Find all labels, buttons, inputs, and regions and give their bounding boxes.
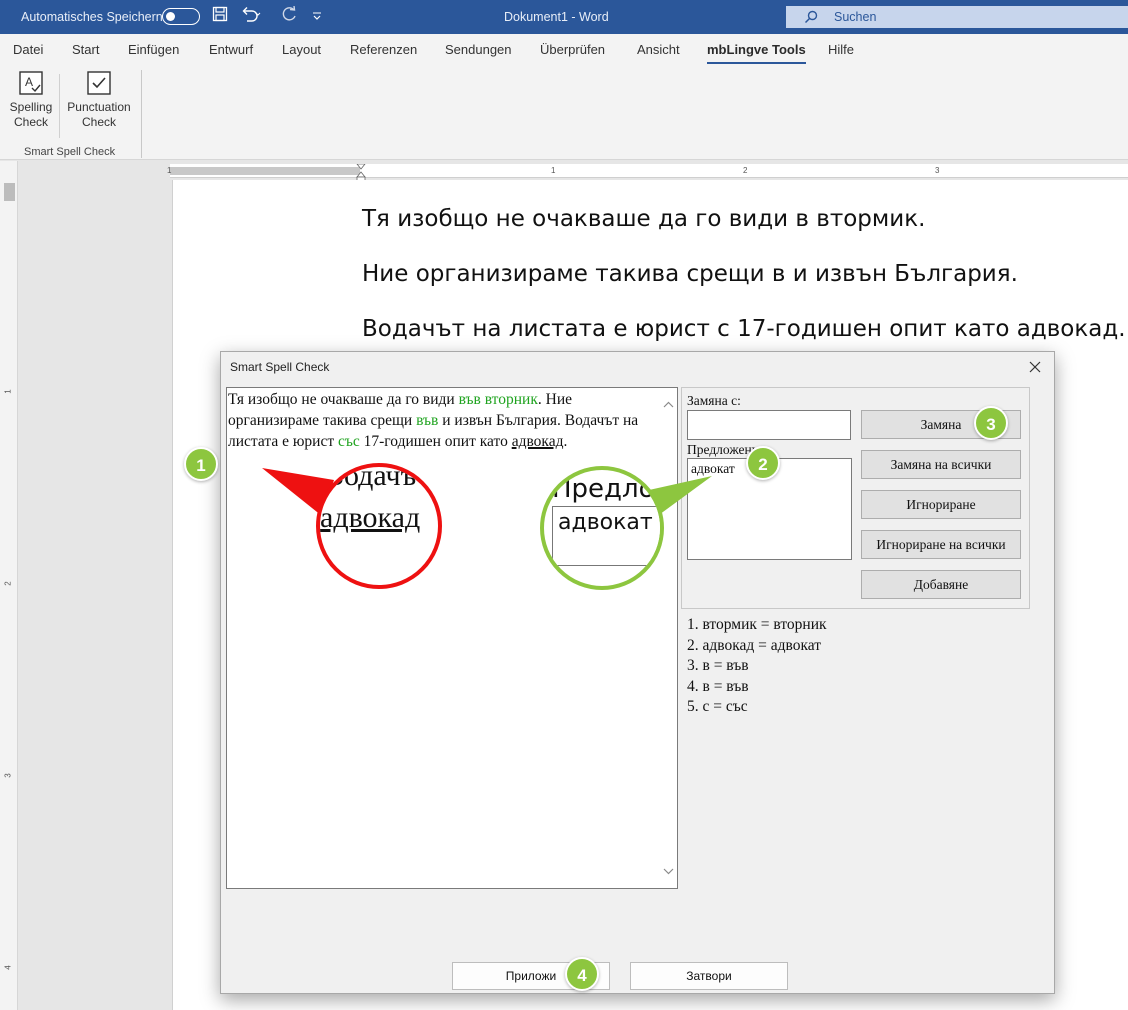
undo-icon[interactable]: [241, 6, 261, 27]
ignore-all-button[interactable]: Игнориране на всички: [861, 530, 1021, 559]
horizontal-ruler: 1 1 2 3: [167, 164, 1128, 182]
punctuation-check-icon: [87, 71, 111, 95]
callout-badge: 4: [565, 957, 599, 991]
ribbon-group-separator: [141, 70, 142, 158]
punctuation-check-label-2: Check: [81, 115, 116, 129]
svg-text:A: A: [25, 75, 33, 89]
callout-badge: 2: [746, 446, 780, 480]
misspelled-word[interactable]: адвокад: [512, 433, 564, 450]
spelling-check-icon: A: [19, 71, 43, 95]
text-segment: 17-годишен опит като: [359, 433, 512, 450]
spelling-check-label-1: Spelling: [9, 100, 53, 114]
callout-badge: 3: [974, 406, 1008, 440]
document-line[interactable]: Ние организираме такива срещи в и извън …: [362, 261, 1018, 287]
tab-start[interactable]: Start: [72, 42, 99, 57]
replace-all-button[interactable]: Замяна на всички: [861, 450, 1021, 479]
ignore-button[interactable]: Игнориране: [861, 490, 1021, 519]
close-icon[interactable]: [1024, 355, 1046, 378]
ruler-number: 3: [935, 166, 940, 175]
document-line[interactable]: Тя изобщо не очакваше да го види в вторм…: [362, 206, 925, 232]
vertical-ruler: 1 2 3 4: [0, 161, 18, 1010]
dialog-title: Smart Spell Check: [230, 360, 330, 374]
zoom-text: Предлож: [552, 474, 660, 504]
spelling-check-label-2: Check: [13, 115, 48, 129]
spelling-check-button[interactable]: A Spelling Check: [8, 70, 54, 130]
autosave-toggle[interactable]: [162, 8, 200, 25]
corrected-text: Тя изобщо не очакваше да го види във вто…: [228, 389, 660, 452]
ruler-number: 4: [3, 965, 13, 970]
tab-mblingve-tools[interactable]: mbLingve Tools: [707, 42, 806, 65]
search-icon: [804, 7, 818, 28]
customize-toolbar-icon[interactable]: [312, 8, 322, 28]
corrected-text-area[interactable]: Тя изобщо не очакваше да го види във вто…: [226, 387, 678, 889]
title-bar: Automatisches Speichern Dokument1 - Word…: [0, 0, 1128, 34]
smart-spell-check-dialog: Smart Spell Check Тя изобщо не очакваше …: [220, 351, 1055, 994]
zoom-text: адвокат: [558, 510, 653, 535]
document-line[interactable]: Водачът на листата е юрист с 17-годишен …: [362, 316, 1126, 342]
ribbon-tabs: Datei Start Einfügen Entwurf Layout Refe…: [0, 34, 1128, 65]
correction-item: 5. с = със: [687, 698, 748, 715]
corrected-word[interactable]: във: [416, 412, 438, 429]
ribbon-panel: A Spelling Check Punctuation Check Smart…: [0, 64, 1128, 160]
tab-entwurf[interactable]: Entwurf: [209, 42, 253, 57]
tab-einfuegen[interactable]: Einfügen: [128, 42, 179, 57]
zoom-text: адвокад: [320, 501, 421, 534]
save-icon[interactable]: [212, 6, 228, 27]
scroll-up-icon[interactable]: [661, 396, 675, 411]
tab-layout[interactable]: Layout: [282, 42, 321, 57]
tab-ueberpruefen[interactable]: Überprüfen: [540, 42, 605, 57]
add-button[interactable]: Добавяне: [861, 570, 1021, 599]
zoom-callout-misspelled: Водачъ адвокад: [316, 463, 442, 589]
correction-item: 3. в = във: [687, 657, 749, 674]
ruler-number: 2: [3, 581, 13, 586]
suggestion-item[interactable]: адвокат: [691, 461, 735, 477]
tab-sendungen[interactable]: Sendungen: [445, 42, 512, 57]
redo-icon[interactable]: [280, 5, 298, 27]
corrected-word[interactable]: във вторник: [459, 391, 538, 408]
corrections-list: 1. втормик = вторник 2. адвокад = адвока…: [687, 615, 827, 718]
tab-referenzen[interactable]: Referenzen: [350, 42, 417, 57]
zoom-text: Водачъ: [324, 463, 417, 492]
callout-badge: 1: [184, 447, 218, 481]
autosave-label: Automatisches Speichern: [21, 10, 163, 24]
correction-item: 1. втормик = вторник: [687, 616, 827, 633]
ruler-number: 1: [167, 166, 172, 175]
corrected-word[interactable]: със: [338, 433, 360, 450]
correction-item: 4. в = във: [687, 677, 749, 695]
search-box[interactable]: Suchen: [786, 6, 1128, 28]
text-segment: Тя изобщо не очакваше да го види: [228, 391, 459, 408]
tab-hilfe[interactable]: Hilfe: [828, 42, 854, 57]
replace-with-label: Замяна с:: [687, 393, 741, 408]
tab-datei[interactable]: Datei: [13, 42, 43, 57]
ruler-margin: [170, 167, 360, 175]
tab-ansicht[interactable]: Ansicht: [637, 42, 680, 57]
ruler-number: 1: [551, 166, 556, 175]
punctuation-check-label-1: Punctuation: [67, 100, 131, 114]
ruler-number: 3: [3, 773, 13, 778]
ribbon-button-separator: [59, 74, 60, 138]
zoom-callout-suggestion: Предлож адвокат: [540, 466, 664, 590]
ribbon-group-label: Smart Spell Check: [24, 146, 116, 158]
ruler-number: 1: [3, 389, 13, 394]
close-dialog-button[interactable]: Затвори: [630, 962, 788, 990]
ruler-margin: [4, 183, 15, 201]
document-title: Dokument1 - Word: [504, 10, 609, 24]
toggle-knob: [166, 11, 175, 21]
punctuation-check-button[interactable]: Punctuation Check: [64, 70, 134, 130]
replace-with-input[interactable]: [687, 410, 851, 440]
correction-item: 2. адвокад = адвокат: [687, 636, 822, 654]
ruler-number: 2: [743, 166, 748, 175]
scroll-down-icon[interactable]: [661, 863, 675, 878]
search-placeholder: Suchen: [834, 10, 877, 24]
text-segment: .: [563, 433, 568, 450]
